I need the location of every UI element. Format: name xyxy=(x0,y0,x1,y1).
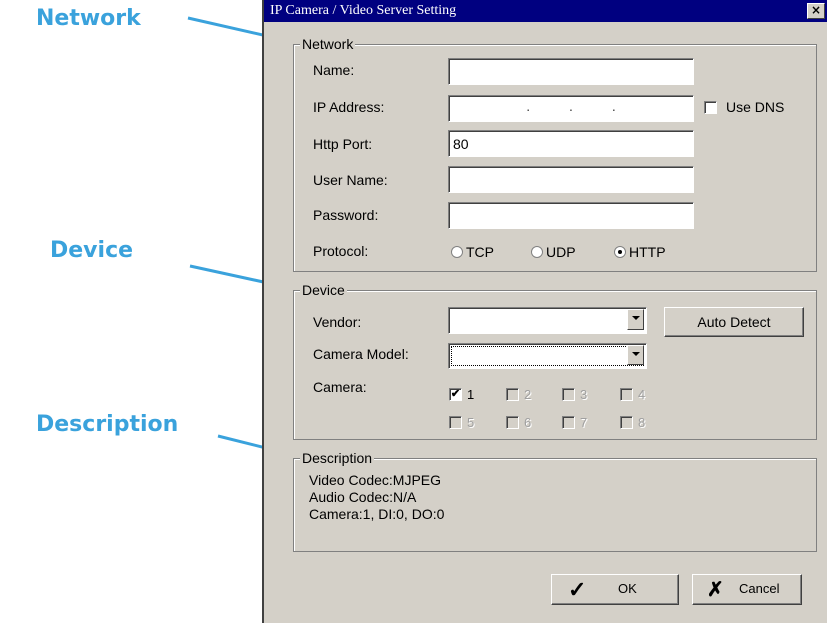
camera-label: Camera: xyxy=(313,379,367,395)
http-port-label: Http Port: xyxy=(313,136,373,152)
radio-selected-dot xyxy=(618,250,622,254)
dialog-titlebar: IP Camera / Video Server Setting × xyxy=(264,0,827,22)
protocol-udp-label: UDP xyxy=(546,244,576,260)
protocol-tcp-label: TCP xyxy=(466,244,494,260)
description-legend: Description xyxy=(300,450,375,466)
camera-model-dropdown-button[interactable] xyxy=(627,345,644,365)
protocol-http-label: HTTP xyxy=(629,244,666,260)
protocol-tcp-radio[interactable] xyxy=(451,246,463,258)
camera-6-checkbox xyxy=(506,416,519,429)
network-legend: Network xyxy=(300,36,356,52)
camera-6-label: 6 xyxy=(524,415,532,430)
camera-5-label: 5 xyxy=(467,415,475,430)
annotation-network: Network xyxy=(36,6,141,31)
camera-4-label: 4 xyxy=(638,387,646,402)
description-audio-codec: Audio Codec:N/A xyxy=(309,489,417,505)
annotation-description: Description xyxy=(36,412,179,437)
camera-1-checkbox[interactable]: ✔ xyxy=(449,388,462,401)
camera-2-label: 2 xyxy=(524,387,532,402)
camera-2-checkbox xyxy=(506,388,519,401)
user-name-label: User Name: xyxy=(313,172,388,188)
camera-7-label: 7 xyxy=(580,415,588,430)
camera-7-checkbox xyxy=(562,416,575,429)
name-input[interactable] xyxy=(448,58,694,85)
description-video-codec: Video Codec:MJPEG xyxy=(309,472,442,488)
http-port-input[interactable] xyxy=(448,130,694,157)
ok-button[interactable]: ✓ OK xyxy=(551,574,679,605)
description-camera-io: Camera:1, DI:0, DO:0 xyxy=(309,506,445,522)
name-label: Name: xyxy=(313,62,355,78)
ip-camera-dialog: IP Camera / Video Server Setting × Netwo… xyxy=(262,0,827,623)
cancel-x-icon: ✗ xyxy=(707,579,724,601)
close-button[interactable]: × xyxy=(807,3,825,19)
camera-1-label: 1 xyxy=(467,387,475,402)
protocol-label: Protocol: xyxy=(313,243,369,259)
use-dns-checkbox[interactable] xyxy=(704,101,717,114)
camera-3-label: 3 xyxy=(580,387,588,402)
vendor-select[interactable] xyxy=(448,307,647,334)
use-dns-label: Use DNS xyxy=(726,99,785,115)
annotation-device: Device xyxy=(50,238,134,263)
camera-4-checkbox xyxy=(620,388,633,401)
camera-5-checkbox xyxy=(449,416,462,429)
auto-detect-button[interactable]: Auto Detect xyxy=(664,307,804,337)
password-label: Password: xyxy=(313,207,379,223)
protocol-http-radio[interactable] xyxy=(614,246,626,258)
ip-address-input[interactable]: . . . xyxy=(448,95,694,122)
ok-button-label: OK xyxy=(618,581,637,596)
camera-8-checkbox xyxy=(620,416,633,429)
cancel-button-label: Cancel xyxy=(739,581,780,596)
vendor-label: Vendor: xyxy=(313,314,362,330)
dialog-title: IP Camera / Video Server Setting xyxy=(270,3,457,18)
camera-3-checkbox xyxy=(562,388,575,401)
camera-model-select[interactable] xyxy=(448,343,647,369)
device-legend: Device xyxy=(300,282,347,298)
password-input[interactable] xyxy=(448,202,694,229)
protocol-udp-radio[interactable] xyxy=(531,246,543,258)
camera-8-label: 8 xyxy=(638,415,646,430)
camera-model-label: Camera Model: xyxy=(313,346,409,362)
cancel-button[interactable]: ✗ Cancel xyxy=(692,574,802,605)
vendor-dropdown-button[interactable] xyxy=(627,309,644,330)
user-name-input[interactable] xyxy=(448,166,694,193)
check-icon: ✓ xyxy=(568,577,587,602)
ip-address-label: IP Address: xyxy=(313,99,385,115)
